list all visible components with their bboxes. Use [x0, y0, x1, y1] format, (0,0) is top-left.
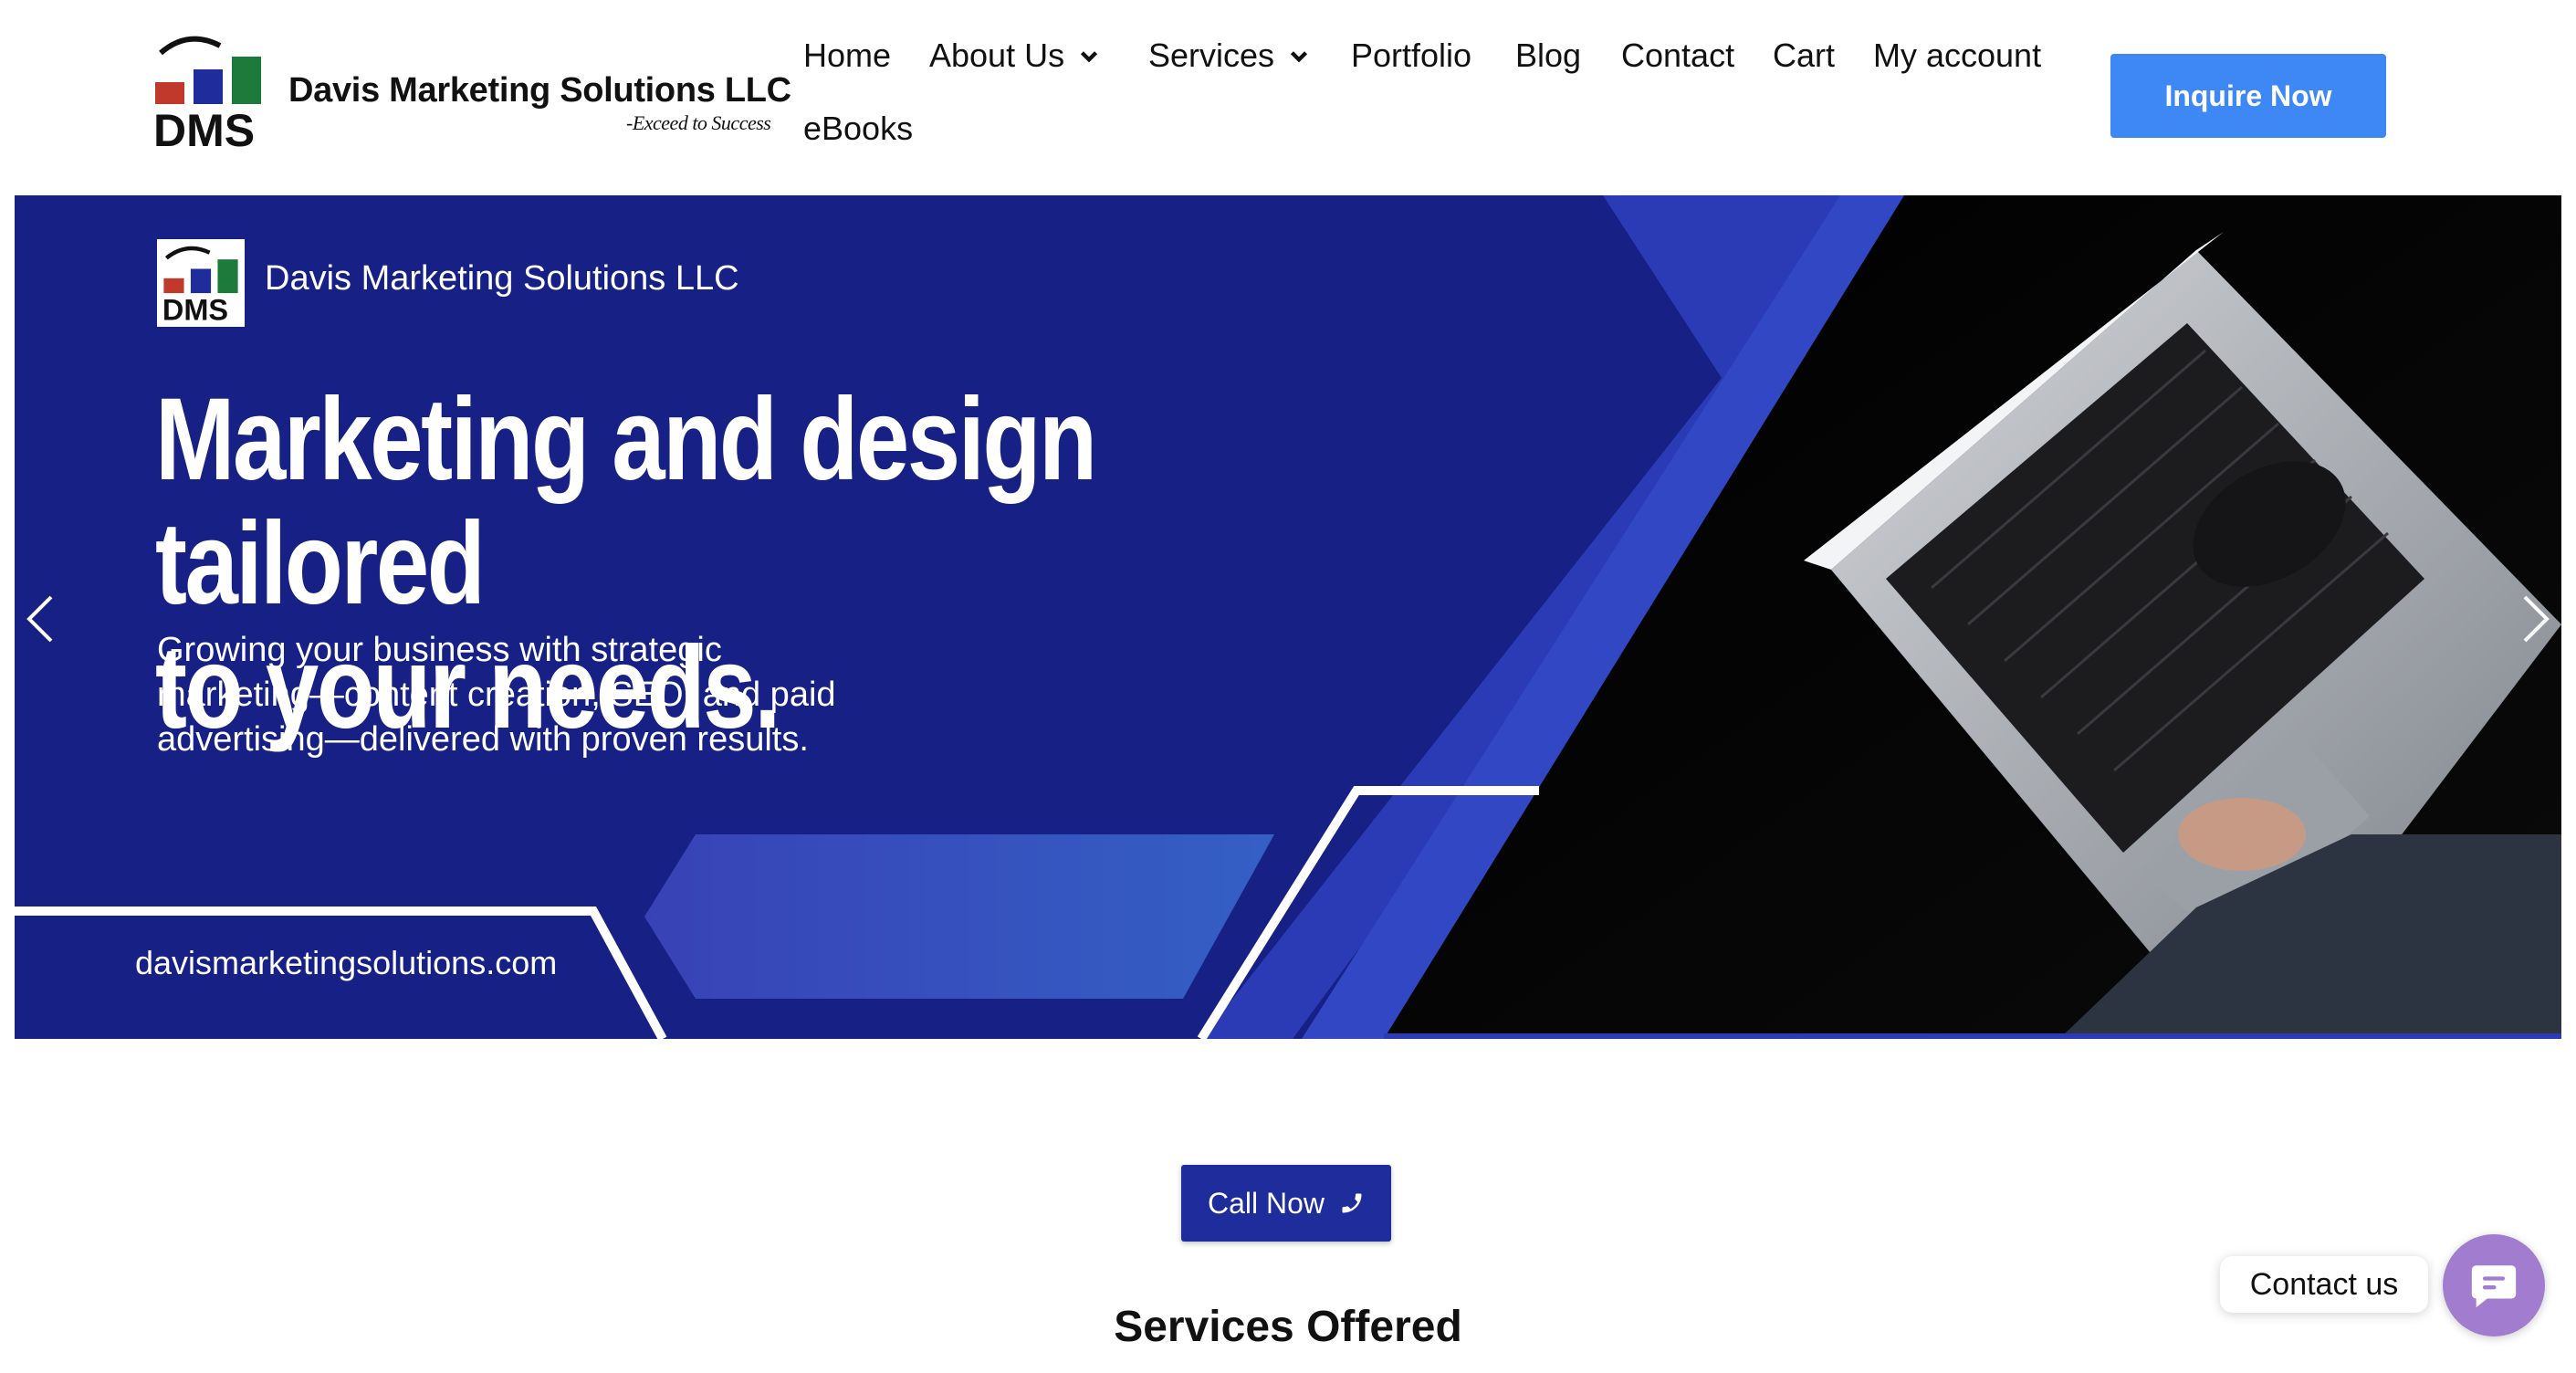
- call-now-button[interactable]: Call Now: [1181, 1165, 1391, 1242]
- chevron-down-icon: [1290, 51, 1308, 63]
- brand-tagline: -Exceed to Success: [626, 111, 771, 134]
- slider-next-arrow-icon[interactable]: [2507, 582, 2561, 655]
- nav-contact[interactable]: Contact: [1621, 37, 1734, 75]
- nav-label: Home: [803, 37, 892, 74]
- chat-bubble-icon: [2471, 1265, 2517, 1308]
- hero-subtitle-line: advertising—delivered with proven result…: [157, 720, 809, 759]
- site-header: DMS Davis Marketing Solutions LLC -Excee…: [0, 0, 2576, 195]
- nav-home[interactable]: Home: [803, 37, 891, 75]
- chevron-down-icon: [1080, 51, 1098, 63]
- nav-portfolio[interactable]: Portfolio: [1351, 37, 1471, 75]
- hero-subtitle-line: marketing—content creation, SEO, and pai…: [157, 676, 836, 714]
- slider-prev-arrow-icon[interactable]: [15, 582, 69, 655]
- nav-my-account[interactable]: My account: [1873, 37, 2041, 75]
- nav-label: About Us: [929, 37, 1065, 74]
- nav-cart[interactable]: Cart: [1773, 37, 1835, 75]
- nav-label: Contact: [1621, 37, 1735, 74]
- hero-title-line: Marketing and design tailored: [155, 374, 1097, 629]
- nav-label: Services: [1148, 37, 1275, 74]
- hero-subtitle-line: Growing your business with strategic: [157, 631, 722, 669]
- hero-logo: DMS: [157, 239, 245, 327]
- hero-brand-name: Davis Marketing Solutions LLC: [265, 259, 739, 298]
- nav-ebooks[interactable]: eBooks: [803, 110, 913, 148]
- chat-button[interactable]: [2443, 1234, 2545, 1336]
- nav-services[interactable]: Services: [1148, 37, 1311, 75]
- phone-icon: [1342, 1193, 1362, 1213]
- dms-logo-icon: DMS: [162, 246, 238, 327]
- call-now-label: Call Now: [1207, 1186, 1325, 1220]
- nav-label: Blog: [1515, 37, 1582, 74]
- nav-label: Portfolio: [1351, 37, 1472, 74]
- nav-label: My account: [1873, 37, 2042, 74]
- dms-logo-icon: DMS: [153, 36, 261, 152]
- nav-label: Cart: [1773, 37, 1836, 74]
- brand-name: Davis Marketing Solutions LLC: [288, 71, 791, 110]
- main-nav: Home About Us Services Portfolio Blog Co…: [803, 37, 2081, 164]
- nav-label: eBooks: [803, 110, 914, 147]
- site-logo[interactable]: DMS Davis Marketing Solutions LLC -Excee…: [152, 33, 791, 157]
- hero-logo-text: DMS: [162, 294, 228, 327]
- hero-url: davismarketingsolutions.com: [135, 944, 558, 981]
- inquire-now-button[interactable]: Inquire Now: [2110, 54, 2386, 138]
- contact-us-label[interactable]: Contact us: [2220, 1256, 2428, 1313]
- logo-text: DMS: [153, 105, 255, 152]
- nav-blog[interactable]: Blog: [1515, 37, 1581, 75]
- nav-about-us[interactable]: About Us: [929, 37, 1101, 75]
- services-heading: Services Offered: [1114, 1303, 1462, 1351]
- hero-slider: DMS Davis Marketing Solutions LLC Market…: [15, 195, 2561, 1039]
- hero-subtitle: Growing your business with strategic mar…: [157, 628, 979, 762]
